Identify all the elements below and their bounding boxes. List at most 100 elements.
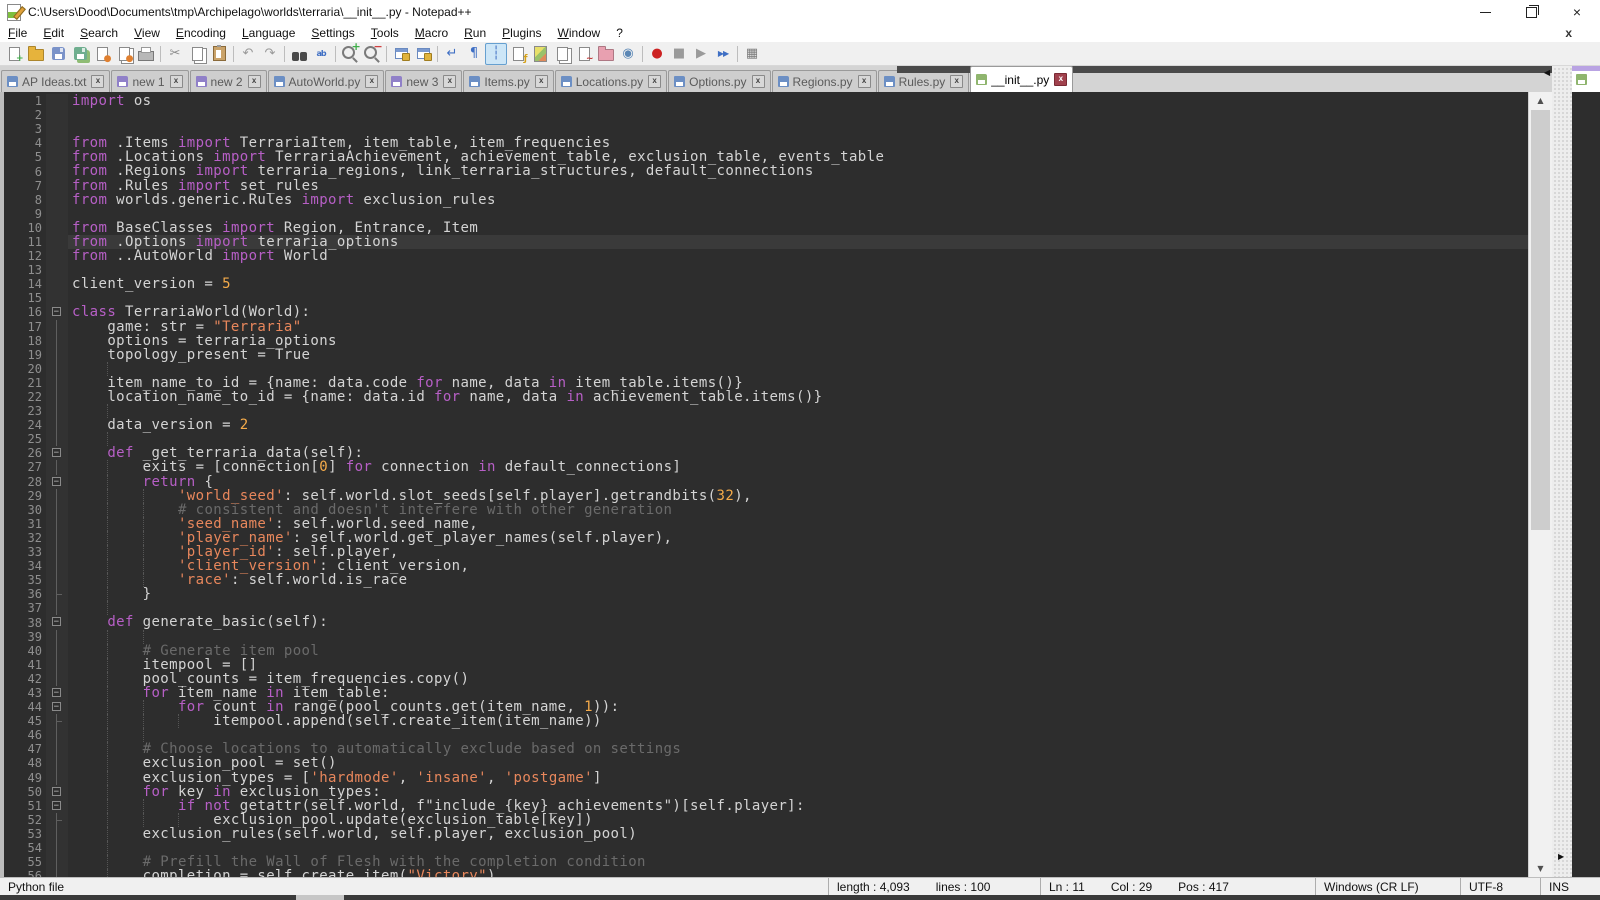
menu-edit[interactable]: Edit: [35, 25, 72, 41]
fold-collapse-icon[interactable]: −: [52, 617, 61, 626]
tab-new-3[interactable]: new 3x: [385, 70, 462, 92]
copy-icon[interactable]: [186, 43, 208, 65]
edit-script-icon[interactable]: ~: [573, 43, 595, 65]
fold-collapse-icon[interactable]: −: [52, 448, 61, 457]
fold-collapse-icon[interactable]: −: [52, 787, 61, 796]
menu-[interactable]: ?: [608, 25, 631, 41]
paste-icon[interactable]: [208, 43, 230, 65]
scrollbar-thumb[interactable]: [1531, 110, 1550, 530]
menu-search[interactable]: Search: [72, 25, 126, 41]
floppy-icon: [469, 76, 480, 87]
fold-margin: [46, 813, 68, 827]
menu-run[interactable]: Run: [456, 25, 494, 41]
sync-horizontal-scroll-icon[interactable]: [412, 43, 434, 65]
macro-record-icon[interactable]: ●: [646, 43, 668, 65]
view-splitter[interactable]: [1552, 66, 1572, 877]
macro-run-multiple-icon[interactable]: ▶▶: [712, 43, 734, 65]
tab--init-py[interactable]: __init__.pyx: [970, 66, 1073, 92]
save-icon[interactable]: [47, 43, 69, 65]
menu-settings[interactable]: Settings: [303, 25, 362, 41]
replace-icon[interactable]: ab: [310, 43, 332, 65]
print-icon[interactable]: [135, 43, 157, 65]
vertical-scrollbar[interactable]: ▲ ▼: [1528, 92, 1552, 877]
redo-icon[interactable]: ↷: [259, 43, 281, 65]
tab-rules-py[interactable]: Rules.pyx: [878, 70, 970, 92]
close-all-docs-icon[interactable]: ●: [113, 43, 135, 65]
close-doc-icon[interactable]: ●: [91, 43, 113, 65]
tab-close-icon[interactable]: x: [752, 75, 765, 88]
new-file-icon[interactable]: +: [3, 43, 25, 65]
line-text: [68, 432, 1528, 446]
menu-window[interactable]: Window: [550, 25, 609, 41]
menu-file[interactable]: File: [0, 25, 35, 41]
sync-vertical-scroll-icon[interactable]: [390, 43, 412, 65]
minimize-icon[interactable]: [1462, 0, 1508, 24]
code-editor[interactable]: 1import os234from .Items import Terraria…: [0, 92, 1528, 877]
tab-regions-py[interactable]: Regions.pyx: [772, 70, 877, 92]
cut-icon[interactable]: ✂: [164, 43, 186, 65]
undo-icon[interactable]: ↶: [237, 43, 259, 65]
word-wrap-icon[interactable]: ↵: [441, 43, 463, 65]
menu-view[interactable]: View: [126, 25, 168, 41]
function-list-icon[interactable]: ƒ: [507, 43, 529, 65]
tab-close-icon[interactable]: x: [950, 75, 963, 88]
document-list-icon[interactable]: [551, 43, 573, 65]
tab-close-icon[interactable]: x: [170, 75, 183, 88]
close-icon[interactable]: ×: [1554, 0, 1600, 24]
fold-margin: −: [46, 700, 68, 714]
tab-close-icon[interactable]: x: [443, 75, 456, 88]
open-file-icon[interactable]: [25, 43, 47, 65]
indent-guide: [178, 714, 179, 728]
tab-close-icon[interactable]: x: [535, 75, 548, 88]
fold-collapse-icon[interactable]: −: [52, 477, 61, 486]
scroll-up-icon[interactable]: ▲: [1529, 92, 1552, 109]
tab-close-icon[interactable]: x: [1054, 73, 1067, 86]
floppy-icon: [274, 76, 285, 87]
scroll-down-icon[interactable]: ▼: [1529, 860, 1552, 877]
tab-close-icon[interactable]: x: [858, 75, 871, 88]
status-line: Ln : 11: [1049, 880, 1085, 894]
macro-play-icon[interactable]: ▶: [690, 43, 712, 65]
fold-collapse-icon[interactable]: −: [52, 307, 61, 316]
menu-macro[interactable]: Macro: [407, 25, 456, 41]
document-map-icon[interactable]: [529, 43, 551, 65]
docking-manager-icon[interactable]: ▦: [741, 43, 763, 65]
tab-locations-py[interactable]: Locations.pyx: [555, 70, 667, 92]
menu-tools[interactable]: Tools: [363, 25, 407, 41]
document-close-icon[interactable]: x: [1565, 26, 1572, 40]
tab-autoworld-py[interactable]: AutoWorld.pyx: [268, 70, 385, 92]
splitter-collapse-left-icon[interactable]: ◀: [1544, 68, 1550, 77]
macro-stop-icon[interactable]: ■: [668, 43, 690, 65]
tab-items-py[interactable]: Items.pyx: [463, 70, 553, 92]
folder-as-workspace-icon[interactable]: [595, 43, 617, 65]
zoom-in-icon[interactable]: +: [339, 43, 361, 65]
fold-collapse-icon[interactable]: −: [52, 688, 61, 697]
restore-icon[interactable]: [1508, 0, 1554, 24]
tab-options-py[interactable]: Options.pyx: [668, 70, 770, 92]
monitoring-eye-icon[interactable]: ◉: [617, 43, 639, 65]
floppy-icon: [884, 76, 895, 87]
fold-collapse-icon[interactable]: −: [52, 702, 61, 711]
secondary-view-tab-sliver[interactable]: [1572, 66, 1600, 92]
fold-margin: [46, 658, 68, 672]
indent-guide-icon[interactable]: ┆: [485, 43, 507, 65]
code-line: 13: [4, 263, 1528, 277]
tab-close-icon[interactable]: x: [248, 75, 261, 88]
tab-close-icon[interactable]: x: [648, 75, 661, 88]
indent-guide: [107, 362, 108, 376]
tab-new-1[interactable]: new 1x: [111, 70, 188, 92]
show-all-characters-icon[interactable]: ¶: [463, 43, 485, 65]
menu-language[interactable]: Language: [234, 25, 303, 41]
fold-collapse-icon[interactable]: −: [52, 801, 61, 810]
save-all-icon[interactable]: [69, 43, 91, 65]
menu-plugins[interactable]: Plugins: [494, 25, 549, 41]
zoom-out-icon[interactable]: −: [361, 43, 383, 65]
menu-encoding[interactable]: Encoding: [168, 25, 234, 41]
status-length: length : 4,093: [837, 880, 910, 894]
tab-close-icon[interactable]: x: [91, 75, 104, 88]
tab-new-2[interactable]: new 2x: [190, 70, 267, 92]
tab-ap-ideas-txt[interactable]: AP Ideas.txtx: [1, 70, 110, 92]
splitter-collapse-right-icon[interactable]: ▶: [1558, 852, 1564, 861]
tab-close-icon[interactable]: x: [365, 75, 378, 88]
find-icon[interactable]: [288, 43, 310, 65]
